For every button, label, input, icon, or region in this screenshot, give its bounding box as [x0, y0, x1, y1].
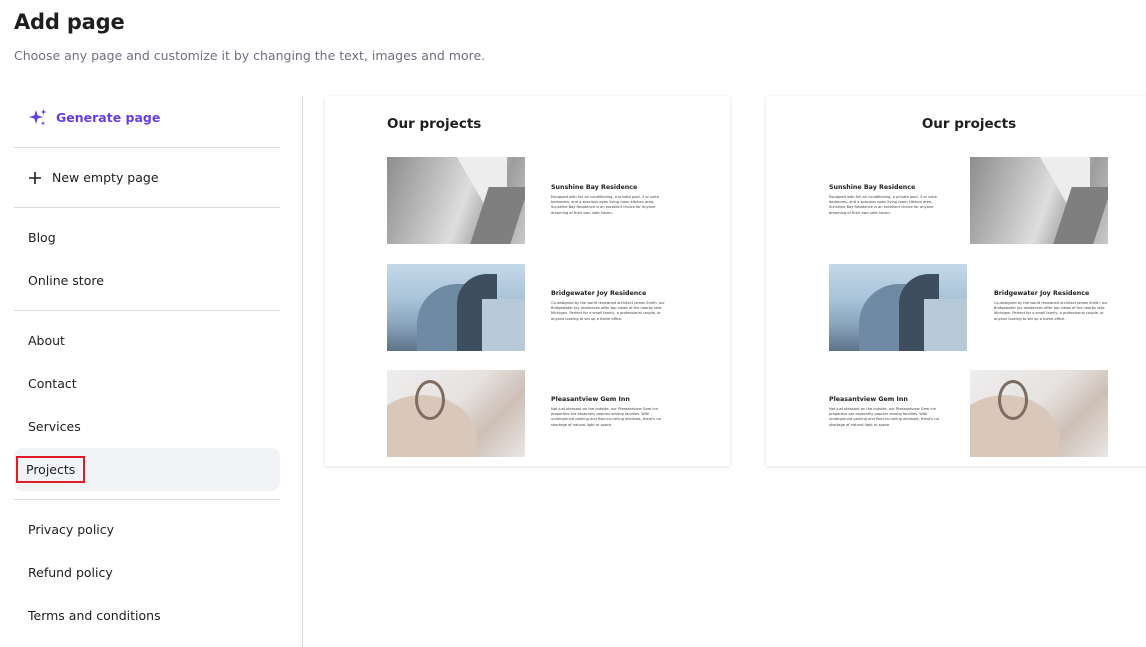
project-text: Bridgewater Joy Residence Co-designed by…	[994, 290, 1114, 322]
concrete-architecture-photo	[970, 157, 1108, 244]
generate-page-label: Generate page	[56, 110, 161, 125]
sidebar-divider	[302, 96, 303, 647]
sidebar-item-label: Blog	[28, 230, 56, 245]
project-name: Sunshine Bay Residence	[551, 184, 638, 191]
page-title: Add page	[14, 10, 125, 34]
sidebar-item-services[interactable]: Services	[14, 405, 280, 448]
project-name: Bridgewater Joy Residence	[551, 290, 647, 297]
project-text: Sunshine Bay Residence Equipped with ful…	[829, 184, 949, 216]
sidebar-item-projects[interactable]: Projects	[14, 448, 280, 491]
sidebar-item-blog[interactable]: Blog	[14, 216, 280, 259]
sidebar-item-label: Projects	[16, 456, 86, 483]
sidebar-item-label: Services	[28, 419, 81, 434]
project-text: Pleasantview Gem Inn Not just pleasant o…	[551, 396, 671, 428]
sidebar-item-label: Refund policy	[28, 565, 113, 580]
sparkles-icon	[28, 108, 48, 128]
divider	[14, 207, 280, 208]
project-description: Equipped with full air conditioning, a p…	[551, 195, 659, 215]
new-empty-page-button[interactable]: New empty page	[14, 156, 280, 199]
project-text: Sunshine Bay Residence Equipped with ful…	[551, 184, 671, 216]
template-card-alternating[interactable]: Our projects Sunshine Bay Residence Equi…	[766, 96, 1146, 466]
divider	[14, 147, 280, 148]
sidebar-item-about[interactable]: About	[14, 319, 280, 362]
project-description: Not just pleasant on the outside, our Pl…	[829, 407, 939, 427]
sidebar-item-online-store[interactable]: Online store	[14, 259, 280, 302]
project-name: Pleasantview Gem Inn	[551, 396, 630, 403]
project-description: Equipped with full air conditioning, a p…	[829, 195, 937, 215]
project-name: Pleasantview Gem Inn	[829, 396, 908, 403]
template-card-image-left[interactable]: Our projects Sunshine Bay Residence Equi…	[325, 96, 730, 466]
sidebar-item-label: About	[28, 333, 65, 348]
project-name: Sunshine Bay Residence	[829, 184, 916, 191]
sidebar-item-contact[interactable]: Contact	[14, 362, 280, 405]
blue-metal-building-photo	[387, 264, 525, 351]
page-type-sidebar: Generate page New empty page Blog Online…	[14, 96, 280, 637]
concrete-architecture-photo	[387, 157, 525, 244]
header: Add page Choose any page and customize i…	[14, 10, 485, 63]
sidebar-item-refund-policy[interactable]: Refund policy	[14, 551, 280, 594]
sidebar-item-label: Online store	[28, 273, 104, 288]
project-description: Not just pleasant on the outside, our Pl…	[551, 407, 661, 427]
sidebar-item-label: Terms and conditions	[28, 608, 161, 623]
sidebar-item-terms-and-conditions[interactable]: Terms and conditions	[14, 594, 280, 637]
new-empty-page-label: New empty page	[52, 170, 159, 185]
template-title: Our projects	[921, 116, 1017, 132]
divider	[14, 499, 280, 500]
template-title: Our projects	[387, 116, 482, 132]
page-subtitle: Choose any page and customize it by chan…	[14, 48, 486, 63]
project-text: Bridgewater Joy Residence Co-designed by…	[551, 290, 671, 322]
generate-page-button[interactable]: Generate page	[14, 96, 280, 139]
sidebar-item-privacy-policy[interactable]: Privacy policy	[14, 508, 280, 551]
blue-metal-building-photo	[829, 264, 967, 351]
plus-icon	[28, 171, 42, 184]
beige-curved-building-photo	[387, 370, 525, 457]
project-text: Pleasantview Gem Inn Not just pleasant o…	[829, 396, 949, 428]
sidebar-item-label: Privacy policy	[28, 522, 115, 537]
project-description: Co-designed by the world renowned archit…	[994, 301, 1108, 321]
sidebar-item-label: Contact	[28, 376, 77, 391]
project-name: Bridgewater Joy Residence	[994, 290, 1090, 297]
beige-curved-building-photo	[970, 370, 1108, 457]
project-description: Co-designed by the world renowned archit…	[551, 301, 665, 321]
divider	[14, 310, 280, 311]
